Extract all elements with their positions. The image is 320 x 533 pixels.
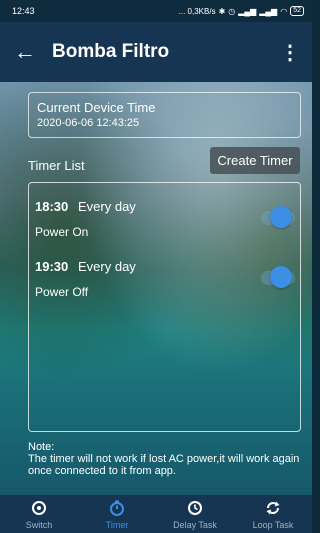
clock-icon <box>188 501 202 515</box>
loop-icon <box>266 501 280 515</box>
network-speed: ... 0,3KB/s <box>178 6 216 16</box>
status-bar: 12:43 ... 0,3KB/s ✱ ◷ ▂▄▆ ▂▄▆ ◠ 52 <box>0 0 312 22</box>
timer-repeat: Every day <box>78 259 136 274</box>
create-timer-button[interactable]: Create Timer <box>210 147 300 174</box>
timer-toggle-knob[interactable] <box>270 266 292 288</box>
signal-icon: ▂▄▆ <box>238 6 257 16</box>
app-bar: ← Bomba Filtro ⋮ <box>0 22 312 82</box>
bottom-nav: Switch Timer Delay Task Loop Task <box>0 495 312 533</box>
page-title: Bomba Filtro <box>52 41 170 62</box>
battery-icon: 52 <box>290 6 304 16</box>
overflow-menu-icon[interactable]: ⋮ <box>280 40 300 65</box>
timer-action: Power On <box>35 225 89 239</box>
stopwatch-icon <box>110 500 124 516</box>
nav-delay-task[interactable]: Delay Task <box>156 495 234 533</box>
timer-time: 18:30 <box>35 199 69 214</box>
timer-item-1[interactable]: 18:30 Every day Power On <box>29 183 300 243</box>
timer-time: 19:30 <box>35 259 69 274</box>
device-time-value: 2020-06-06 12:43:25 <box>37 117 140 129</box>
nav-label-switch: Switch <box>25 520 53 530</box>
bluetooth-icon: ✱ <box>218 6 226 16</box>
device-time-label: Current Device Time <box>37 100 156 115</box>
nav-label-timer: Timer <box>105 520 129 530</box>
status-time: 12:43 <box>12 6 35 16</box>
timer-item-2[interactable]: 19:30 Every day Power Off <box>29 243 300 303</box>
timer-toggle-knob[interactable] <box>270 206 292 228</box>
status-indicators: ... 0,3KB/s ✱ ◷ ▂▄▆ ▂▄▆ ◠ 52 <box>179 6 304 16</box>
back-arrow-icon[interactable]: ← <box>14 41 44 63</box>
wifi-icon: ◠ <box>280 6 288 16</box>
device-time-card: Current Device Time 2020-06-06 12:43:25 <box>28 92 301 138</box>
alarm-icon: ◷ <box>228 6 236 16</box>
timer-list-panel: 18:30 Every day Power On 19:30 Every day… <box>28 182 301 432</box>
note-title: Note: <box>28 441 55 453</box>
timer-action: Power Off <box>35 285 89 299</box>
nav-switch[interactable]: Switch <box>0 495 78 533</box>
nav-label-loop-task: Loop Task <box>252 520 294 530</box>
nav-timer[interactable]: Timer <box>78 495 156 533</box>
timer-list-label: Timer List <box>28 158 85 173</box>
note-text: The timer will not work if lost AC power… <box>28 453 300 477</box>
nav-loop-task[interactable]: Loop Task <box>234 495 312 533</box>
signal-icon-2: ▂▄▆ <box>259 6 278 16</box>
timer-repeat: Every day <box>78 199 136 214</box>
power-icon <box>32 501 46 515</box>
timer-note: Note: The timer will not work if lost AC… <box>28 441 300 477</box>
nav-label-delay-task: Delay Task <box>173 520 217 530</box>
